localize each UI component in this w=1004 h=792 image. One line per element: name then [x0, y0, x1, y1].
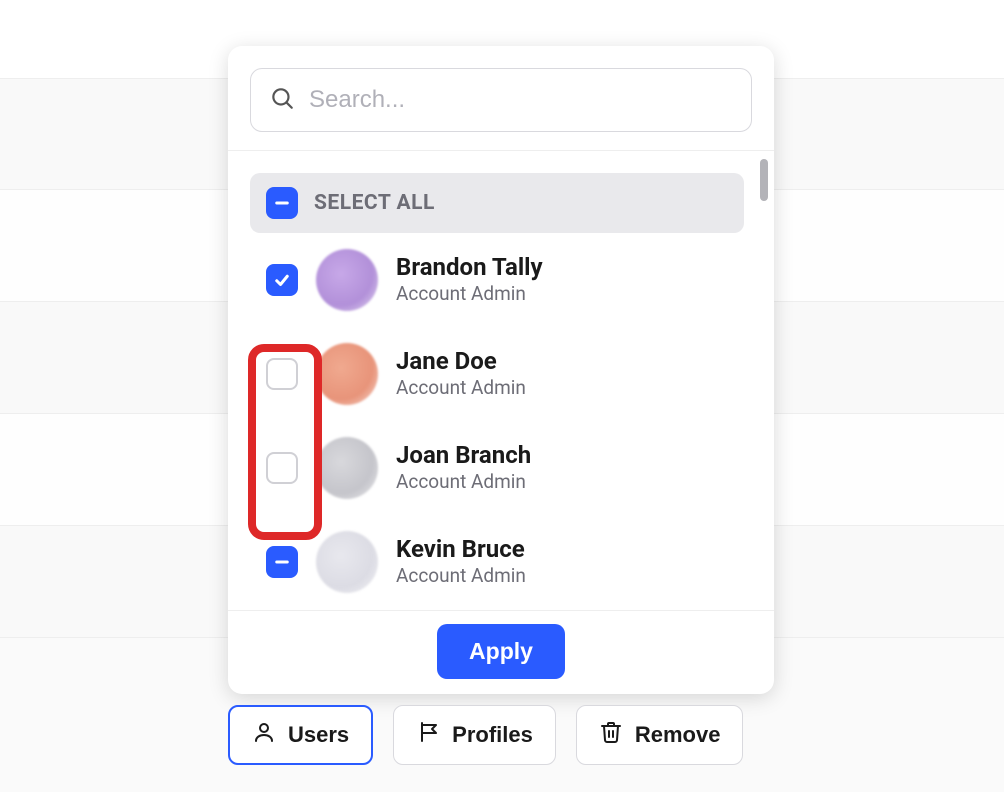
user-name: Jane Doe — [396, 347, 526, 376]
avatar — [316, 249, 378, 311]
user-select-dropdown: SELECT ALL Brandon Tally Account Admin J… — [228, 46, 774, 694]
search-icon — [269, 85, 295, 115]
select-all-label: SELECT ALL — [314, 191, 435, 215]
scrollbar-thumb[interactable] — [760, 159, 768, 201]
user-icon — [252, 720, 276, 750]
select-all-checkbox[interactable] — [266, 187, 298, 219]
user-name: Kevin Bruce — [396, 535, 526, 564]
apply-area: Apply — [228, 610, 774, 694]
users-button[interactable]: Users — [228, 705, 373, 765]
user-name: Brandon Tally — [396, 253, 543, 282]
user-checkbox[interactable] — [266, 358, 298, 390]
user-role: Account Admin — [396, 376, 526, 401]
user-checkbox[interactable] — [266, 546, 298, 578]
avatar — [316, 531, 378, 593]
select-all-row[interactable]: SELECT ALL — [250, 173, 744, 233]
user-role: Account Admin — [396, 564, 526, 589]
search-input[interactable] — [309, 86, 733, 114]
user-text: Kevin Bruce Account Admin — [396, 535, 526, 588]
remove-button-label: Remove — [635, 722, 721, 748]
user-role: Account Admin — [396, 282, 543, 307]
user-list: SELECT ALL Brandon Tally Account Admin J… — [228, 150, 774, 610]
avatar — [316, 343, 378, 405]
user-checkbox[interactable] — [266, 264, 298, 296]
user-text: Jane Doe Account Admin — [396, 347, 526, 400]
user-row[interactable]: Kevin Bruce Account Admin — [250, 515, 744, 609]
bottom-toolbar: Users Profiles Remove — [228, 705, 743, 765]
user-text: Joan Branch Account Admin — [396, 441, 531, 494]
apply-button[interactable]: Apply — [437, 624, 565, 679]
remove-button[interactable]: Remove — [576, 705, 744, 765]
user-row[interactable]: Joan Branch Account Admin — [250, 421, 744, 515]
profiles-button-label: Profiles — [452, 722, 533, 748]
avatar — [316, 437, 378, 499]
user-row[interactable]: Jane Doe Account Admin — [250, 327, 744, 421]
trash-icon — [599, 720, 623, 750]
user-role: Account Admin — [396, 470, 531, 495]
user-name: Joan Branch — [396, 441, 531, 470]
profiles-button[interactable]: Profiles — [393, 705, 556, 765]
user-checkbox[interactable] — [266, 452, 298, 484]
user-row[interactable]: Brandon Tally Account Admin — [250, 233, 744, 327]
users-button-label: Users — [288, 722, 349, 748]
flag-icon — [416, 720, 440, 750]
search-container — [228, 68, 774, 150]
search-box[interactable] — [250, 68, 752, 132]
user-text: Brandon Tally Account Admin — [396, 253, 543, 306]
